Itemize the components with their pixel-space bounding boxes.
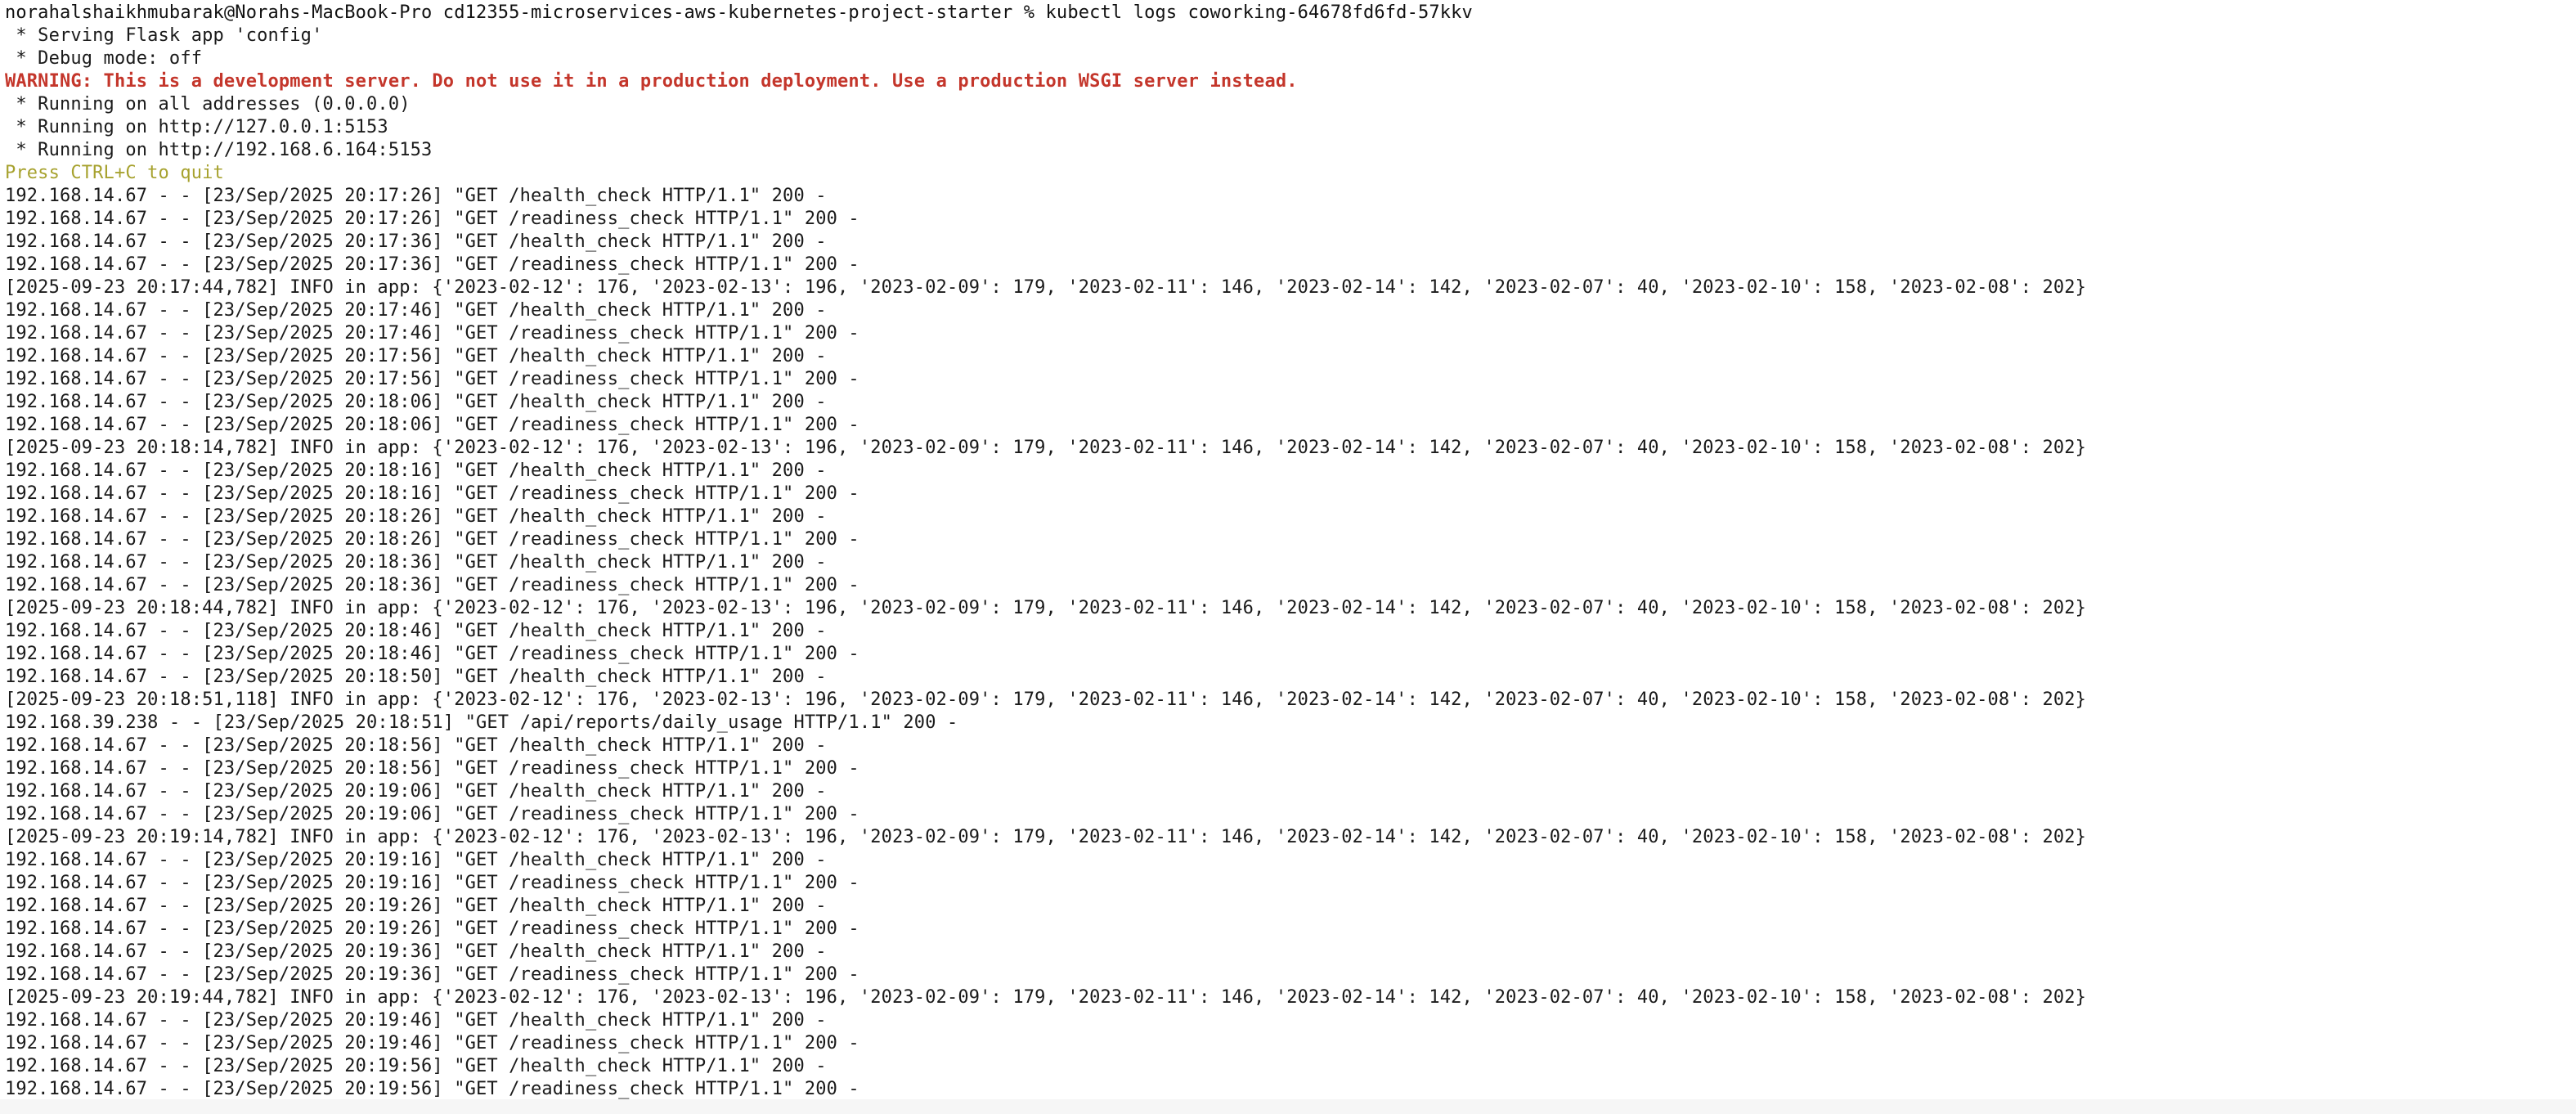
access-log-line: 192.168.14.67 - - [23/Sep/2025 20:17:46]… [5,300,827,321]
access-log-line: 192.168.14.67 - - [23/Sep/2025 20:19:46]… [5,1010,827,1031]
info-log-line: [2025-09-23 20:18:14,782] INFO in app: {… [5,438,2087,458]
access-log-line: 192.168.14.67 - - [23/Sep/2025 20:19:16]… [5,850,827,870]
access-log-line: 192.168.14.67 - - [23/Sep/2025 20:19:06]… [5,804,859,824]
access-log-line: 192.168.14.67 - - [23/Sep/2025 20:17:46]… [5,323,859,344]
log-output: * Serving Flask app 'config' * Debug mod… [5,25,2576,1101]
access-log-line: 192.168.14.67 - - [23/Sep/2025 20:19:36]… [5,941,827,962]
info-log-line: [2025-09-23 20:19:14,782] INFO in app: {… [5,827,2087,847]
quit-hint-line: Press CTRL+C to quit [5,163,224,183]
startup-line: * Running on http://192.168.6.164:5153 [5,140,433,160]
access-log-line: 192.168.14.67 - - [23/Sep/2025 20:18:36]… [5,552,827,573]
command-prompt-line: norahalshaikhmubarak@Norahs-MacBook-Pro … [5,2,1473,23]
terminal-window[interactable]: norahalshaikhmubarak@Norahs-MacBook-Pro … [0,0,2576,1114]
access-log-line: 192.168.14.67 - - [23/Sep/2025 20:19:36]… [5,964,859,985]
access-log-line: 192.168.14.67 - - [23/Sep/2025 20:19:56]… [5,1079,859,1099]
access-log-line: 192.168.14.67 - - [23/Sep/2025 20:17:36]… [5,231,827,252]
terminal-output: norahalshaikhmubarak@Norahs-MacBook-Pro … [5,2,2576,1101]
access-log-line: 192.168.14.67 - - [23/Sep/2025 20:18:46]… [5,621,827,641]
access-log-line: 192.168.14.67 - - [23/Sep/2025 20:18:56]… [5,735,827,756]
access-log-line: 192.168.14.67 - - [23/Sep/2025 20:19:06]… [5,781,827,802]
startup-line: * Running on http://127.0.0.1:5153 [5,117,388,137]
access-log-line: 192.168.14.67 - - [23/Sep/2025 20:18:46]… [5,644,859,664]
access-log-line: 192.168.14.67 - - [23/Sep/2025 20:18:06]… [5,415,859,435]
access-log-line: 192.168.14.67 - - [23/Sep/2025 20:19:26]… [5,896,827,916]
startup-line: * Debug mode: off [5,48,203,69]
access-log-line: 192.168.14.67 - - [23/Sep/2025 20:18:16]… [5,460,827,481]
info-log-line: [2025-09-23 20:18:51,118] INFO in app: {… [5,690,2087,710]
access-log-line: 192.168.14.67 - - [23/Sep/2025 20:17:26]… [5,186,827,206]
access-log-line: 192.168.14.67 - - [23/Sep/2025 20:18:06]… [5,392,827,412]
access-log-line: 192.168.14.67 - - [23/Sep/2025 20:18:36]… [5,575,859,595]
access-log-line: 192.168.14.67 - - [23/Sep/2025 20:17:36]… [5,254,859,275]
access-log-line: 192.168.14.67 - - [23/Sep/2025 20:18:26]… [5,506,827,527]
info-log-line: [2025-09-23 20:17:44,782] INFO in app: {… [5,277,2087,298]
access-log-line: 192.168.14.67 - - [23/Sep/2025 20:17:56]… [5,346,827,366]
access-log-line: 192.168.14.67 - - [23/Sep/2025 20:17:56]… [5,369,859,389]
access-log-line: 192.168.14.67 - - [23/Sep/2025 20:19:16]… [5,873,859,893]
access-log-line: 192.168.14.67 - - [23/Sep/2025 20:18:56]… [5,758,859,779]
info-log-line: [2025-09-23 20:19:44,782] INFO in app: {… [5,987,2087,1008]
window-bottom-edge [0,1099,2576,1114]
access-log-line: 192.168.14.67 - - [23/Sep/2025 20:18:26]… [5,529,859,550]
info-log-line: [2025-09-23 20:18:44,782] INFO in app: {… [5,598,2087,618]
access-log-line: 192.168.14.67 - - [23/Sep/2025 20:18:16]… [5,483,859,504]
access-log-line: 192.168.14.67 - - [23/Sep/2025 20:18:50]… [5,667,827,687]
access-log-line: 192.168.14.67 - - [23/Sep/2025 20:17:26]… [5,209,859,229]
access-log-line: 192.168.14.67 - - [23/Sep/2025 20:19:46]… [5,1033,859,1053]
warning-line: WARNING: This is a development server. D… [5,71,1298,92]
access-log-line: 192.168.14.67 - - [23/Sep/2025 20:19:26]… [5,919,859,939]
startup-line: * Serving Flask app 'config' [5,25,323,46]
access-log-line: 192.168.14.67 - - [23/Sep/2025 20:19:56]… [5,1056,827,1076]
access-log-line: 192.168.39.238 - - [23/Sep/2025 20:18:51… [5,712,958,733]
startup-line: * Running on all addresses (0.0.0.0) [5,94,411,115]
